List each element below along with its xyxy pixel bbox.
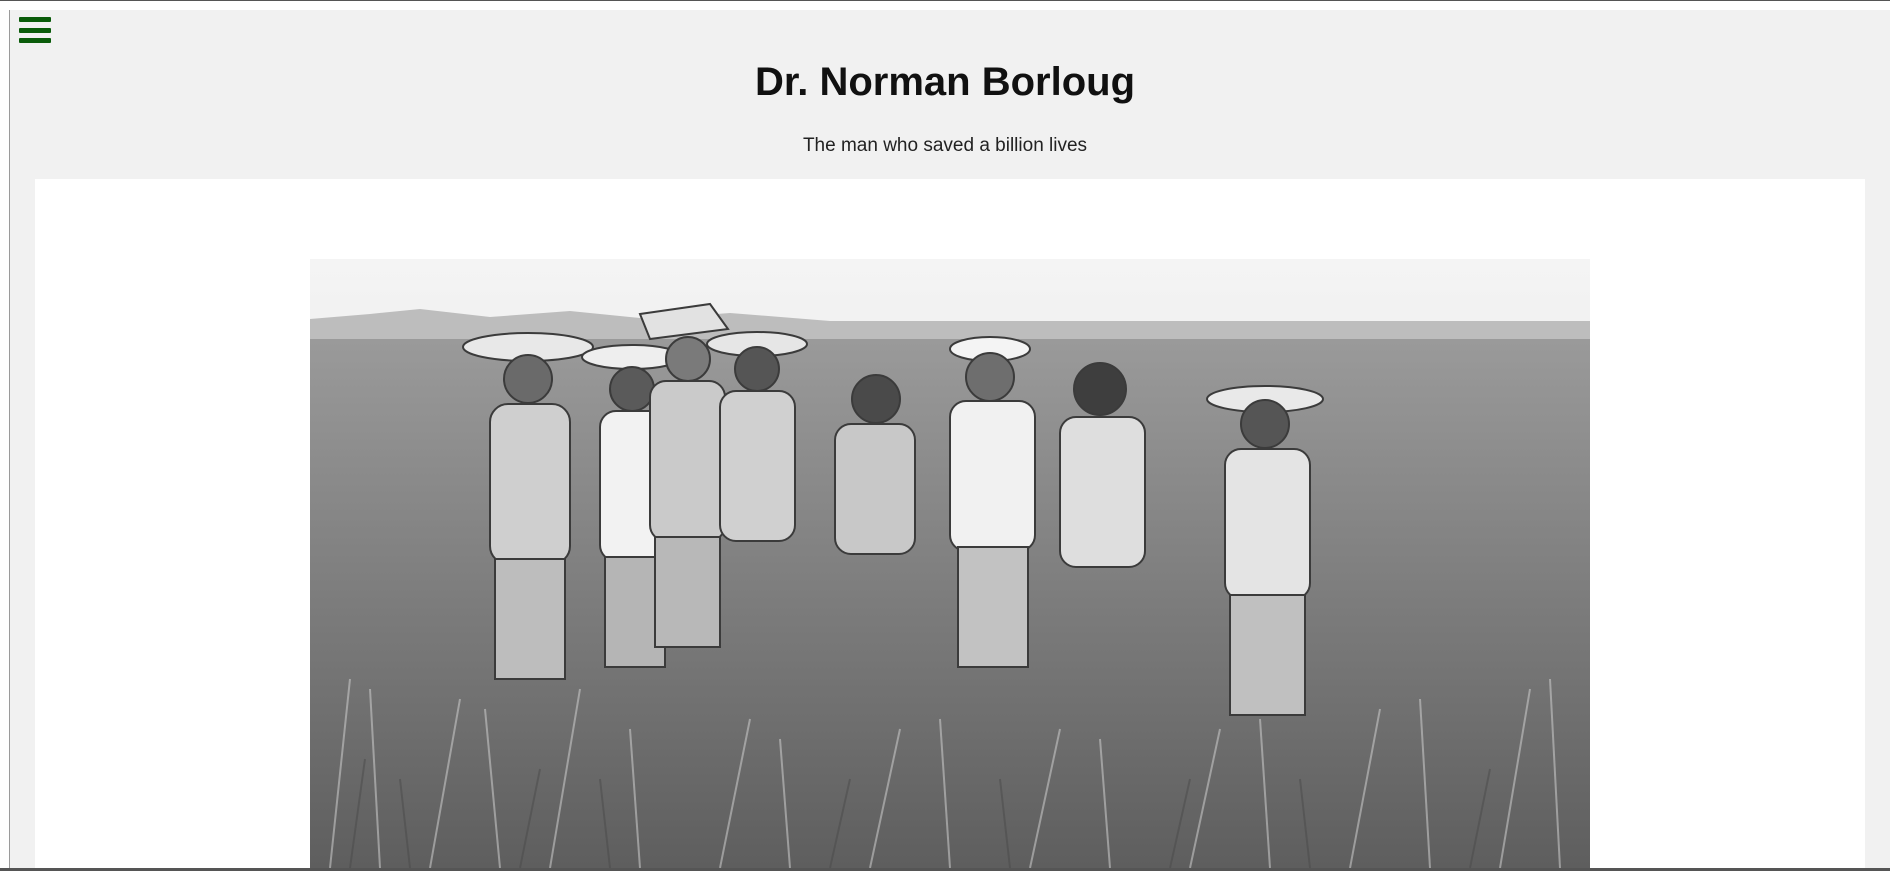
page-subtitle: The man who saved a billion lives bbox=[802, 135, 1088, 156]
wheat-field-photo-illustration bbox=[310, 259, 1590, 868]
content-panel bbox=[35, 179, 1865, 868]
window-top-border bbox=[0, 0, 1890, 1]
hamburger-menu-icon[interactable] bbox=[19, 15, 51, 45]
hero-photo bbox=[310, 259, 1590, 868]
page-title: Dr. Norman Borloug bbox=[754, 60, 1136, 104]
